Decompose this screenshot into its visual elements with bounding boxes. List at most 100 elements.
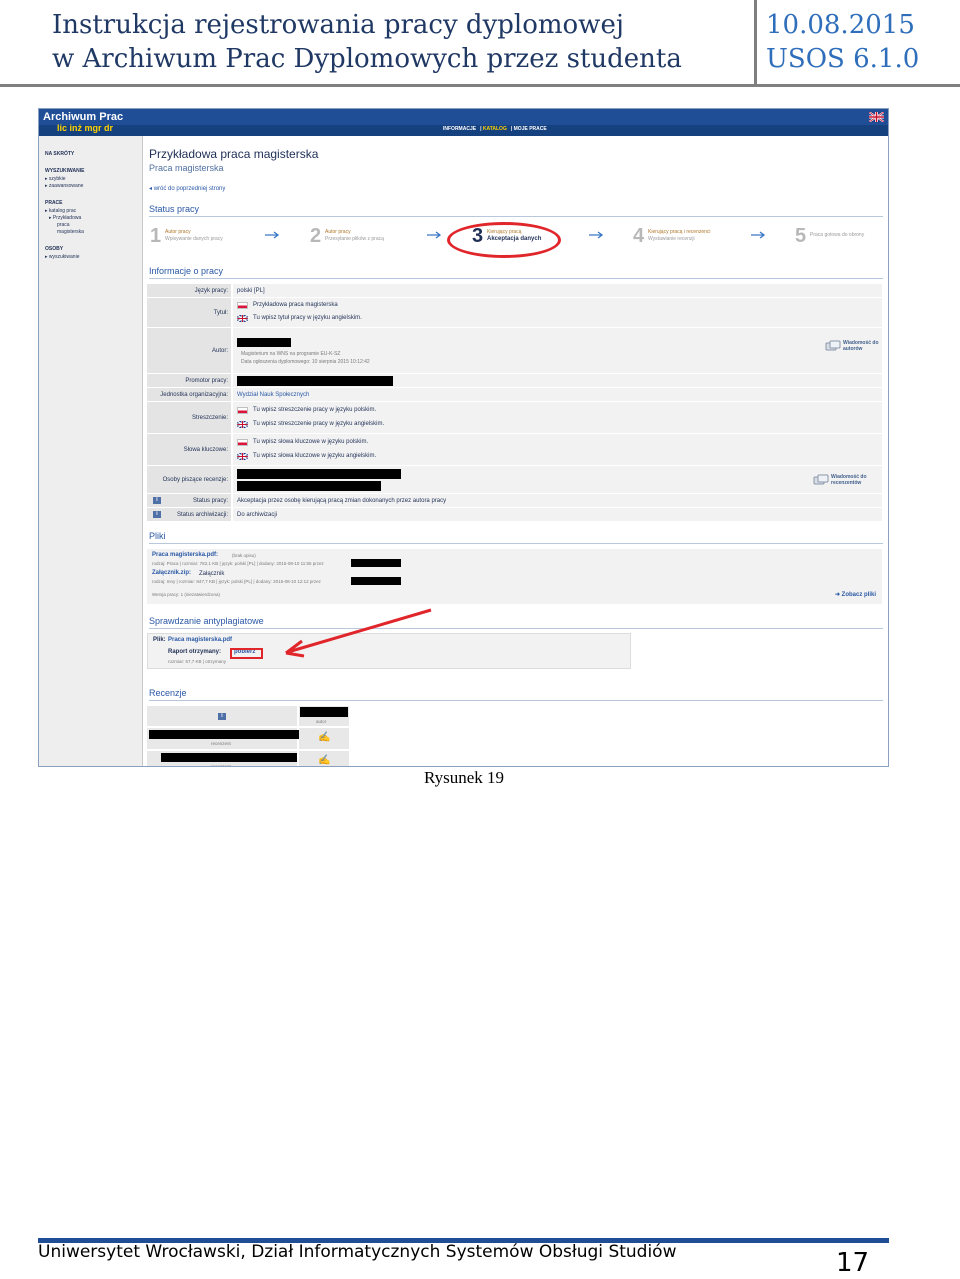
title-en: Tu wpisz tytuł pracy w języku angielskim… — [253, 315, 362, 321]
abstract-pl: Tu wpisz streszczenie pracy w języku pol… — [253, 407, 377, 413]
step-1-actor: Autor pracy — [165, 229, 191, 235]
language-value: polski [PL] — [237, 288, 265, 294]
message-icon[interactable] — [813, 474, 829, 486]
document-date: 10.08.2015 — [766, 10, 915, 40]
files-panel: Praca magisterska.pdf: (brak opisu) rodz… — [147, 549, 882, 604]
file-1-description: (brak opisu) — [232, 553, 256, 558]
reviews-table: i autor recenzent ✍ recenzent ✍ — [147, 706, 350, 767]
step-3-highlight-ring — [447, 222, 561, 258]
info-row-abstract: Streszczenie: Tu wpisz streszczenie prac… — [147, 402, 882, 434]
author-date: Data ogłoszenia dyplomowego: 10 sierpnia… — [241, 359, 370, 365]
app-brand[interactable]: Archiwum Prac — [43, 112, 123, 123]
back-arrow-icon: ◂ — [149, 186, 153, 192]
file-1-link[interactable]: Praca magisterska.pdf: — [152, 552, 218, 558]
info-section-title: Informacje o pracy — [149, 266, 224, 276]
top-nav: INFORMACJE | KATALOG | MOJE PRACE — [39, 125, 888, 136]
reviewers-message-link[interactable]: Wiadomość do recenzentów — [831, 474, 875, 486]
unit-label: Jednostka organizacyjna: — [160, 392, 228, 398]
status-section-title: Status pracy — [149, 204, 200, 214]
antiplag-file-link[interactable]: Praca magisterska.pdf — [168, 637, 232, 643]
info-row-archive: i Status archiwizacji: Do archiwizacji — [147, 508, 882, 522]
page-number: 17 — [836, 1248, 870, 1278]
sidebar-item-label: zaawansowane — [48, 183, 84, 189]
redacted-reviewer-name — [149, 730, 299, 739]
sidebar-item-advanced-search[interactable]: ▸ zaawansowane — [45, 183, 83, 189]
document-title-line-1: Instrukcja rejestrowania pracy dyplomowe… — [52, 10, 624, 40]
info-row-promoter: Promotor pracy: — [147, 374, 882, 388]
review-pen-icon[interactable]: ✍ — [318, 732, 330, 743]
app-header-bar: Archiwum Prac INFORMACJE | KATALOG | MOJE … — [39, 109, 888, 136]
polish-flag-icon — [237, 439, 248, 446]
file-2-description: Załącznik — [199, 571, 225, 577]
step-2-number: 2 — [310, 225, 322, 247]
reviews-col-author: autor — [316, 719, 327, 724]
reviews-header-author: autor — [299, 706, 349, 726]
message-icon[interactable] — [825, 340, 841, 352]
archive-label: Status archiwizacji: — [176, 512, 228, 518]
english-flag-icon[interactable] — [869, 112, 884, 122]
report-label: Raport otrzymany: — [168, 649, 222, 655]
step-5-label: Praca gotowa do obrony — [810, 232, 865, 238]
abstract-label: Streszczenie: — [191, 415, 228, 421]
review-row-1: recenzent — [147, 728, 299, 749]
sidebar-item-quick-search[interactable]: ▸ szybkie — [45, 176, 66, 182]
reviews-header-cell: i — [147, 706, 297, 726]
status-value: Akceptacja przez osobę kierującą pracą z… — [237, 498, 447, 504]
sidebar-heading-search: WYSZUKIWANIE — [45, 168, 85, 174]
redacted-reviewer-name — [161, 753, 297, 762]
main-content: Przykładowa praca magisterska Praca magi… — [147, 136, 887, 766]
review-row-2-icon-cell: ✍ — [299, 751, 349, 766]
author-message-link[interactable]: Wiadomość do autorów — [843, 340, 881, 352]
info-row-language: Język pracy: polski [PL] — [147, 284, 882, 298]
reviewers-label: Osoby piszące recenzje: — [162, 477, 228, 483]
info-row-unit: Jednostka organizacyjna: Wydział Nauk Sp… — [147, 388, 882, 402]
keywords-en: Tu wpisz słowa kluczowe w języku angiels… — [253, 453, 377, 459]
english-flag-icon — [237, 453, 248, 460]
author-program: Magisterium na WNS na programie EU-K-SZ — [241, 351, 341, 357]
see-files-label: Zobacz pliki — [841, 592, 876, 598]
title-pl: Przykładowa praca magisterska — [253, 302, 338, 308]
polish-flag-icon — [237, 302, 248, 309]
review-pen-icon[interactable]: ✍ — [318, 755, 330, 766]
info-icon: i — [218, 713, 226, 720]
footer-organization: Uniwersytet Wrocławski, Dział Informatyc… — [38, 1242, 677, 1262]
app-brand-sub: lic inż mgr dr — [57, 123, 114, 133]
sidebar-heading-people: OSOBY — [45, 246, 64, 252]
archive-value: Do archiwizacji — [237, 512, 278, 518]
sidebar-item-people-search[interactable]: ▸ wyszukiwanie — [45, 254, 79, 260]
step-2-label: Przesyłanie plików z pracą — [325, 236, 384, 242]
review-row-1-icon-cell: ✍ — [299, 728, 349, 749]
sidebar-item-catalog[interactable]: ▸ katalog prac — [45, 208, 76, 214]
keywords-pl: Tu wpisz słowa kluczowe w języku polskim… — [253, 439, 369, 445]
status-steps: 1 Autor pracy Wpisywanie danych pracy 2 … — [147, 222, 887, 258]
step-4-label: Wystawianie recenzji — [648, 236, 695, 242]
title-label: Tytuł: — [213, 310, 228, 316]
status-section-rule — [149, 216, 883, 217]
step-arrow-icon — [751, 231, 766, 239]
back-link[interactable]: ◂ wróć do poprzedniej strony — [149, 185, 225, 192]
step-4-actor: Kierujący pracą i recenzenci — [648, 229, 711, 235]
file-2-link[interactable]: Załącznik.zip: — [152, 570, 191, 576]
redacted-file-2-uploader — [351, 577, 401, 585]
review-2-role: recenzent — [211, 764, 231, 767]
polish-flag-icon — [237, 407, 248, 414]
sidebar-item-label: wyszukiwanie — [48, 254, 80, 260]
see-files-link[interactable]: ➜ Zobacz pliki — [835, 591, 876, 598]
nav-moje-prace[interactable]: MOJE PRACE — [514, 126, 547, 132]
sidebar: NA SKRÓTY WYSZUKIWANIE ▸ szybkie ▸ zaawa… — [39, 136, 143, 766]
step-4-number: 4 — [633, 225, 645, 247]
unit-link[interactable]: Wydział Nauk Społecznych — [237, 392, 309, 398]
document-title-line-2: w Archiwum Prac Dyplomowych przez studen… — [52, 44, 682, 74]
sidebar-item-example-work[interactable]: ▸ Przykładowa — [49, 215, 81, 221]
step-2-actor: Autor pracy — [325, 229, 351, 235]
nav-katalog[interactable]: KATALOG — [483, 126, 507, 132]
reviews-section-title: Recenzje — [149, 688, 187, 698]
file-1-meta: rodzaj: Praca | rozmiar: 782,1 KB | języ… — [152, 561, 324, 566]
step-arrow-icon — [427, 231, 442, 239]
redacted-reviewer-2 — [237, 481, 381, 491]
files-section-title: Pliki — [149, 531, 166, 541]
redacted-header — [300, 707, 348, 717]
sidebar-heading-shortcuts[interactable]: NA SKRÓTY — [45, 151, 74, 157]
english-flag-icon — [237, 421, 248, 428]
nav-informacje[interactable]: INFORMACJE — [443, 126, 476, 132]
